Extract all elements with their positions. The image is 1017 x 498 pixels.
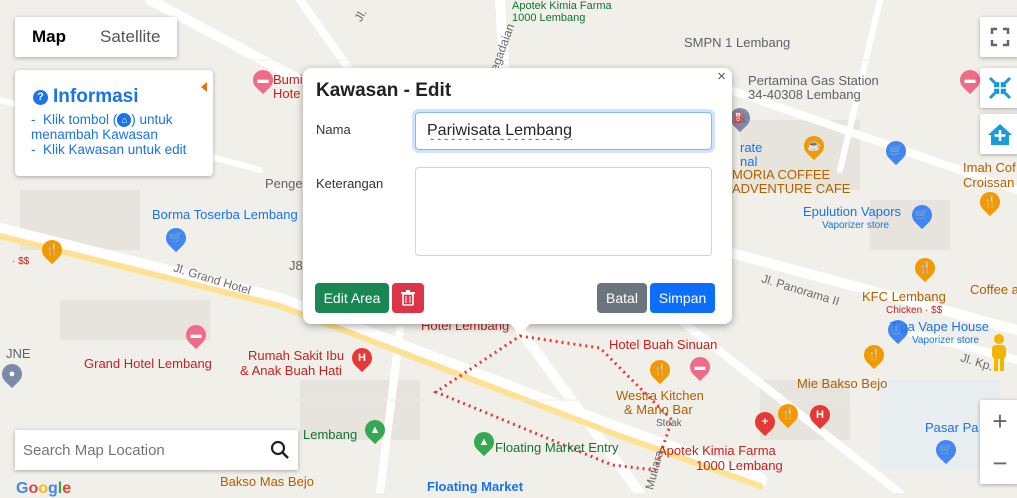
restaurant-pin-icon[interactable]: 🍴 bbox=[910, 253, 940, 283]
delete-button[interactable] bbox=[392, 283, 424, 313]
search-icon[interactable] bbox=[270, 440, 290, 460]
map-label: Chicken · $$ bbox=[886, 305, 943, 316]
save-button[interactable]: Simpan bbox=[650, 283, 715, 313]
map-label: MORIA COFFEE bbox=[732, 167, 831, 182]
map-label: Rumah Sakit Ibu bbox=[248, 348, 345, 363]
map-label: KFC Lembang bbox=[862, 289, 946, 304]
shop-pin-icon[interactable]: 🛒 bbox=[161, 223, 191, 253]
map-label: Hote bbox=[273, 86, 301, 101]
map-label: & Anak Buah Hati bbox=[240, 363, 342, 378]
compress-icon bbox=[988, 76, 1012, 100]
map-label: ADVENTURE CAFE bbox=[732, 181, 851, 196]
description-label: Keterangan bbox=[316, 176, 384, 191]
map-label: Bumi bbox=[273, 72, 303, 87]
map-label: · $$ bbox=[12, 256, 30, 267]
map-label: nal bbox=[740, 154, 758, 169]
map-label: Tiga Vape House bbox=[890, 319, 990, 334]
restaurant-pin-icon[interactable]: 🍴 bbox=[773, 399, 803, 429]
close-icon[interactable]: × bbox=[717, 68, 726, 85]
info-title-text: Informasi bbox=[53, 86, 139, 107]
street-view-pegman-icon[interactable] bbox=[988, 333, 1010, 373]
hospital-pin-icon[interactable]: H bbox=[805, 400, 835, 430]
map-label: JNE bbox=[6, 346, 31, 361]
map-label: Hotel Buah Sinuan bbox=[609, 337, 718, 352]
fullscreen-icon bbox=[990, 27, 1010, 47]
info-panel: ? Informasi - Klik tombol (⌂) untuk mena… bbox=[15, 70, 213, 176]
home-plus-icon: ⌂ bbox=[117, 113, 132, 128]
map-type-map-button[interactable]: Map bbox=[15, 17, 83, 57]
cancel-button[interactable]: Batal bbox=[597, 283, 647, 313]
zoom-control: + − bbox=[980, 400, 1017, 484]
edit-area-button[interactable]: Edit Area bbox=[315, 283, 389, 313]
info-item: - Klik Kawasan untuk edit bbox=[31, 142, 187, 158]
map-label: Coffee a bbox=[970, 282, 1017, 297]
map-label: Epulution Vapors bbox=[803, 204, 902, 219]
popup-title: Kawasan - Edit bbox=[316, 80, 452, 101]
hotel-pin-icon[interactable]: ▬ bbox=[181, 320, 211, 350]
map-label: 1000 Lembang bbox=[696, 458, 783, 473]
map-label: SMPN 1 Lembang bbox=[684, 35, 791, 50]
hospital-pin-icon[interactable]: H bbox=[347, 343, 377, 373]
search-input[interactable] bbox=[15, 430, 265, 470]
pharmacy-pin-icon[interactable]: + bbox=[750, 407, 780, 437]
map-label: Vaporizer store bbox=[822, 220, 890, 231]
search-box bbox=[15, 430, 298, 470]
shop-pin-icon[interactable]: 🛒 bbox=[881, 136, 911, 166]
map-label: & Mano Bar bbox=[624, 402, 693, 417]
shop-pin-icon[interactable]: 🛒 bbox=[907, 200, 937, 230]
map-type-control: Map Satellite bbox=[15, 17, 178, 57]
question-icon: ? bbox=[33, 89, 48, 105]
map-label: Steak bbox=[656, 418, 682, 429]
info-list: - Klik tombol (⌂) untuk menambah Kawasan… bbox=[31, 112, 213, 157]
map-label: Grand Hotel Lembang bbox=[84, 356, 212, 371]
popup-tip bbox=[510, 324, 530, 334]
restaurant-pin-icon[interactable]: 🍴 bbox=[859, 340, 889, 370]
map-label: 34-40308 Lembang bbox=[748, 87, 861, 102]
map-type-satellite-button[interactable]: Satellite bbox=[83, 17, 177, 57]
trash-icon bbox=[401, 290, 415, 306]
kawasan-edit-popup: × Kawasan - Edit Nama Keterangan Edit Ar… bbox=[303, 68, 732, 334]
google-logo: Google bbox=[16, 480, 72, 497]
zoom-out-button[interactable]: − bbox=[980, 442, 1017, 484]
map-label: Westra Kitchen bbox=[616, 388, 704, 403]
map-label: J8 bbox=[289, 258, 303, 273]
shrink-polygon-button[interactable] bbox=[980, 68, 1017, 108]
map-label: Vaporizer store bbox=[912, 335, 980, 346]
name-label: Nama bbox=[316, 122, 351, 137]
collapse-caret-icon[interactable] bbox=[201, 82, 207, 92]
map-label: Lembang bbox=[303, 427, 358, 442]
description-textarea[interactable] bbox=[415, 167, 712, 256]
map-label: Imah Cof bbox=[963, 160, 1016, 175]
map-label: Pertamina Gas Station bbox=[748, 73, 879, 88]
info-item: - Klik tombol (⌂) untuk menambah Kawasan bbox=[31, 112, 173, 143]
info-title: ? Informasi bbox=[33, 86, 139, 108]
map-label: Borma Toserba Lembang bbox=[152, 207, 298, 222]
cafe-pin-icon[interactable]: ☕ bbox=[799, 131, 829, 161]
map-label: Mie Bakso Bejo bbox=[797, 376, 888, 391]
map-label: rate bbox=[740, 140, 763, 155]
map-label: Bakso Mas Bejo bbox=[220, 474, 314, 489]
restaurant-pin-icon[interactable]: 🍴 bbox=[37, 235, 67, 265]
hotel-pin-icon[interactable]: ▬ bbox=[685, 352, 715, 382]
map-label: Apotek Kimia Farma bbox=[658, 443, 776, 458]
map-label: Croissan bbox=[963, 175, 1015, 190]
map-label: Floating Market Entry bbox=[495, 440, 619, 455]
park-pin-icon[interactable]: ▲ bbox=[360, 415, 390, 445]
restaurant-pin-icon[interactable]: 🍴 bbox=[645, 355, 675, 385]
home-plus-icon bbox=[988, 124, 1012, 145]
map-label: Floating Market bbox=[427, 479, 524, 493]
restaurant-pin-icon[interactable]: 🍴 bbox=[975, 187, 1005, 217]
add-kawasan-button[interactable] bbox=[980, 114, 1017, 154]
map-label: Pasar Pa bbox=[925, 420, 979, 435]
map-label: Apotek Kimia Farma 1000 Lembang bbox=[512, 0, 612, 24]
map-label: Penge bbox=[265, 176, 303, 191]
fullscreen-button[interactable] bbox=[980, 17, 1017, 57]
park-pin-icon[interactable]: ▲ bbox=[469, 427, 499, 457]
name-input[interactable] bbox=[415, 112, 712, 150]
shop-pin-icon[interactable]: 🛒 bbox=[931, 435, 961, 465]
zoom-in-button[interactable]: + bbox=[980, 400, 1017, 442]
